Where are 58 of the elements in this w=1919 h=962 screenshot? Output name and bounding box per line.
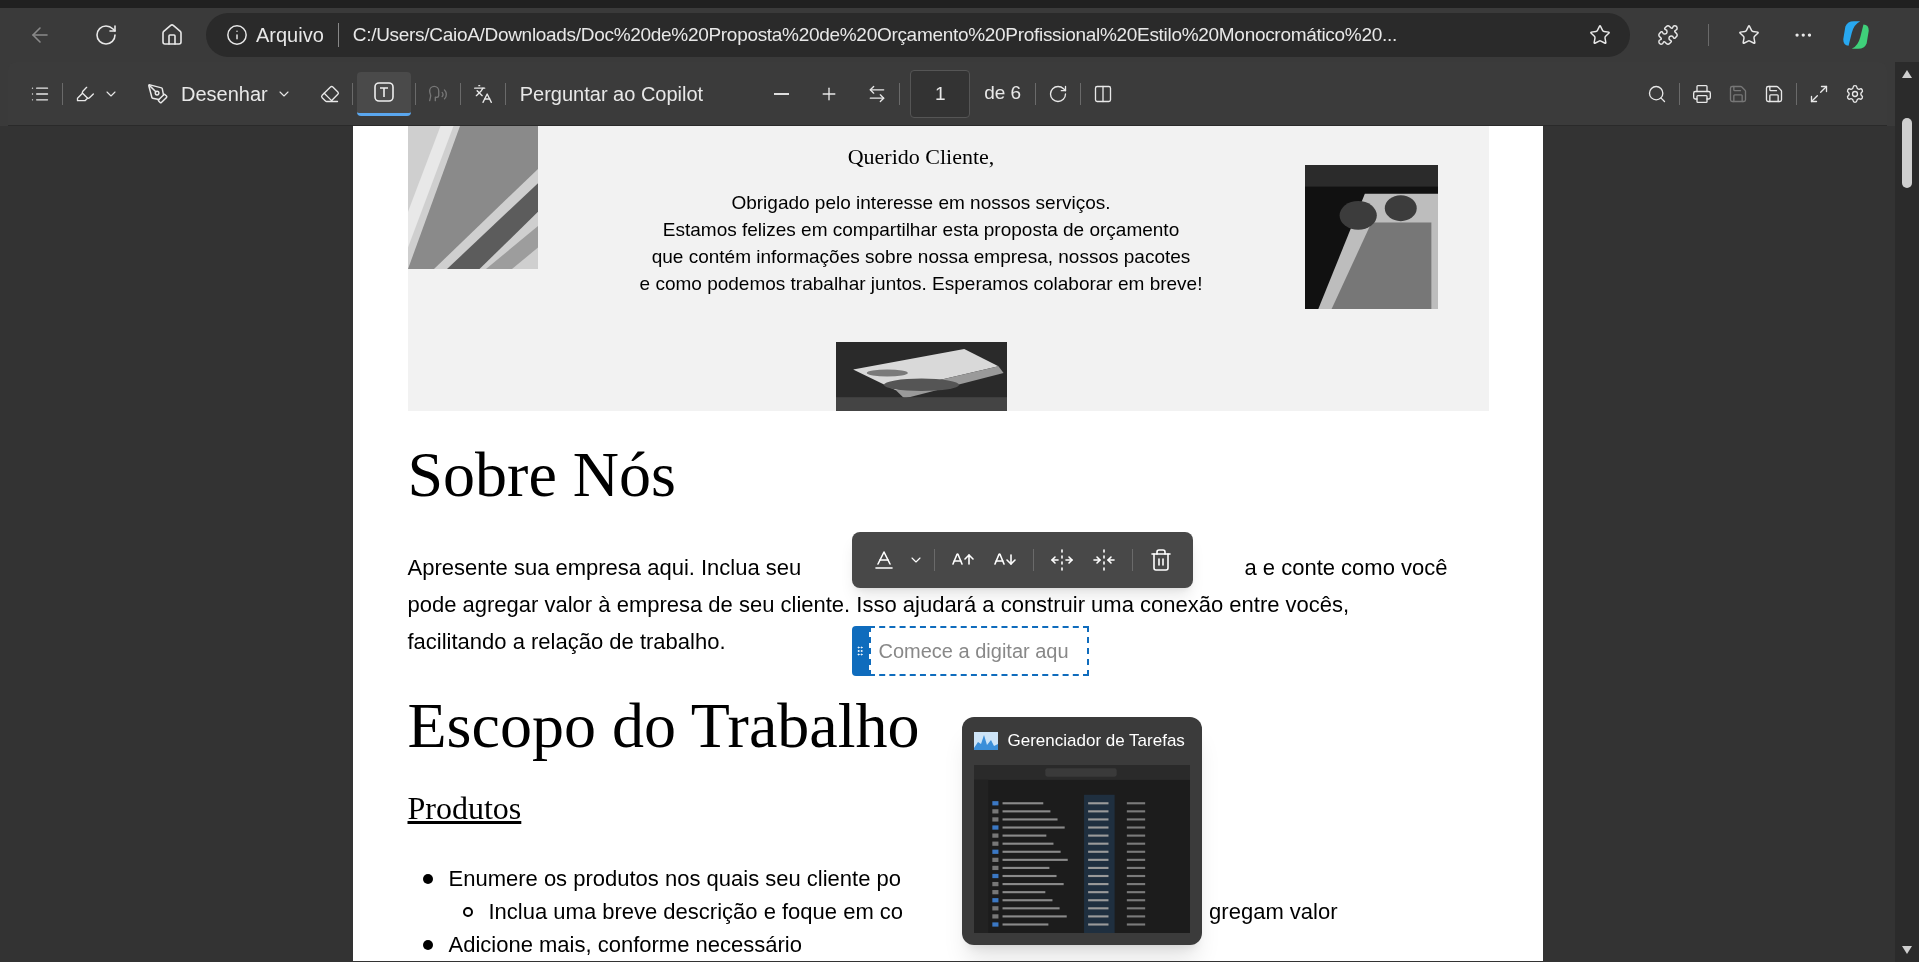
expand-icon [1809, 83, 1829, 104]
more-icon [1794, 32, 1812, 38]
intro-line: e como podemos trabalhar juntos. Esperamos colaborar em breve! [639, 272, 1203, 296]
printer-icon [1692, 83, 1712, 104]
minus-icon [773, 92, 789, 95]
star-icon [1738, 24, 1760, 46]
text-box-icon [371, 80, 396, 104]
translate-icon [472, 83, 493, 104]
scope-heading: Escopo do Trabalho [407, 690, 920, 762]
paragraph-text: a e conte como você [1244, 554, 1448, 582]
bullet-text: gregam valor [1209, 898, 1338, 926]
intro-line: que contém informações sobre nossa empresa, nossos pacotes [651, 245, 1191, 269]
address-bar[interactable]: Arquivo C:/Users/CaioA/Downloads/Doc%20de%20Proposta%20de%20Orçamento%20Profissional%20Estilo%20Monocromático%20... [206, 13, 1630, 57]
home-icon [160, 23, 184, 47]
about-heading: Sobre Nós [407, 439, 676, 511]
address-label: Arquivo [256, 23, 324, 48]
scroll-up-icon[interactable] [1902, 70, 1912, 78]
bullet-text: Adicione mais, conforme necessário [448, 931, 802, 959]
rotate-icon [1048, 83, 1069, 104]
copilot-button[interactable]: Perguntar ao Copilot [519, 78, 704, 109]
eraser-icon [319, 83, 340, 104]
task-preview-card[interactable]: Gerenciador de Tarefas [961, 717, 1202, 945]
products-heading: Produtos [407, 789, 522, 828]
scrollbar[interactable] [1895, 62, 1919, 962]
bullet-text: Enumere os produtos nos quais seu cliente po [448, 865, 901, 893]
paragraph-text: pode agregar valor à empresa de seu cliente. Isso ajudará a construir uma conexão entre vocês, [407, 591, 1350, 619]
drag-handle[interactable] [851, 626, 869, 676]
scroll-down-icon[interactable] [1902, 946, 1912, 954]
pen-icon [147, 82, 169, 105]
expand-spacing-icon [1049, 548, 1074, 572]
performance-chart-icon [973, 732, 998, 750]
save-icon [1728, 83, 1748, 104]
two-page-icon [1093, 83, 1114, 104]
page-number-field[interactable]: 1 [910, 69, 971, 118]
condense-spacing-icon [1091, 548, 1116, 572]
bullet-text: Inclua uma breve descrição e foque em co [488, 898, 904, 926]
intro-line: Obrigado pelo interesse em nossos serviços. [731, 191, 1111, 215]
grip-icon [854, 645, 866, 657]
paragraph-text: facilitando a relação de trabalho. [407, 628, 726, 656]
greeting: Querido Cliente, [847, 143, 995, 171]
add-text-button[interactable] [356, 71, 411, 116]
settings-icon [1845, 83, 1865, 104]
star-icon [1589, 24, 1611, 46]
trash-icon [1148, 548, 1173, 572]
scroll-thumb[interactable] [1902, 118, 1912, 188]
info-icon [226, 24, 248, 46]
paragraph-text: Apresente sua empresa aqui. Inclua seu [407, 554, 802, 582]
speech-icon [427, 83, 448, 104]
draw-button[interactable]: Desenhar [139, 74, 276, 113]
page-total: de 6 [984, 81, 1022, 106]
intro-line: Estamos felizes em compartilhar esta proposta de orçamento [662, 218, 1180, 242]
puzzle-icon [1657, 24, 1679, 46]
refresh-icon [94, 23, 118, 47]
url-text: C:/Users/CaioA/Downloads/Doc%20de%20Proposta%20de%20Orçamento%20Profissional%20Estilo%20Monocromático%20... [352, 22, 1397, 47]
save-icon [1764, 83, 1784, 104]
preview-title: Gerenciador de Tarefas [1007, 730, 1185, 753]
text-box-field[interactable]: Comece a digitar aqu [868, 626, 1089, 676]
search-icon [1647, 83, 1667, 104]
